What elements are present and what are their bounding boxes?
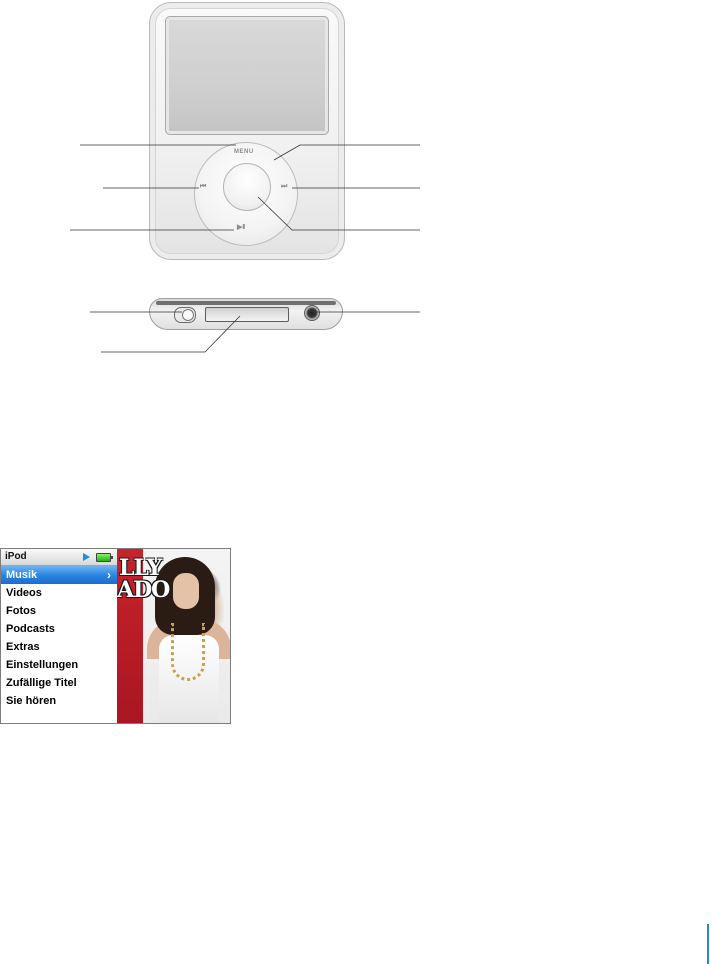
dock-connector-port: [205, 307, 289, 322]
menu-button-label: MENU: [234, 149, 254, 155]
play-indicator-icon: [83, 553, 90, 561]
menu-item-fotos[interactable]: Fotos: [1, 602, 117, 620]
chevron-right-icon: ›: [107, 568, 111, 582]
menu-item-label: Fotos: [6, 605, 36, 617]
play-pause-icon: ▶ II: [237, 224, 245, 231]
previous-icon: ⏮: [200, 183, 206, 190]
menu-item-label: Sie hören: [6, 695, 57, 707]
ipod-display: [165, 16, 329, 135]
album-art-necklace: [171, 623, 205, 681]
menu-item-sie-hoeren[interactable]: Sie hören: [1, 692, 117, 710]
menu-item-einstellungen[interactable]: Einstellungen: [1, 656, 117, 674]
menu-item-label: Extras: [6, 641, 40, 653]
album-art-lettering-bottom: ADO: [117, 577, 170, 603]
menu-item-label: Zufällige Titel: [6, 677, 77, 689]
main-menu: iPod Musik › Videos Fotos Podcasts Extra…: [1, 549, 117, 723]
menu-item-label: Videos: [6, 587, 42, 599]
next-icon: ⏭: [281, 183, 287, 190]
page-edge-marker: [707, 924, 709, 964]
screen-title: iPod: [5, 551, 27, 562]
album-art: LLY ADO: [117, 549, 230, 723]
hold-switch-icon: [174, 307, 196, 323]
menu-item-podcasts[interactable]: Podcasts: [1, 620, 117, 638]
headphone-port-icon: [304, 305, 320, 321]
menu-item-musik[interactable]: Musik ›: [1, 566, 117, 584]
callout-lines: [70, 144, 420, 353]
album-art-face: [173, 573, 199, 609]
center-button: [223, 163, 271, 211]
menu-item-zufaellige-titel[interactable]: Zufällige Titel: [1, 674, 117, 692]
menu-item-label: Podcasts: [6, 623, 55, 635]
ipod-screen-preview: iPod Musik › Videos Fotos Podcasts Extra…: [0, 548, 231, 724]
album-art-lettering-top: LLY: [119, 555, 162, 581]
screen-header: iPod: [1, 549, 117, 566]
menu-item-label: Einstellungen: [6, 659, 79, 671]
menu-item-label: Musik: [6, 569, 38, 581]
menu-item-extras[interactable]: Extras: [1, 638, 117, 656]
battery-icon: [96, 553, 113, 562]
menu-item-videos[interactable]: Videos: [1, 584, 117, 602]
